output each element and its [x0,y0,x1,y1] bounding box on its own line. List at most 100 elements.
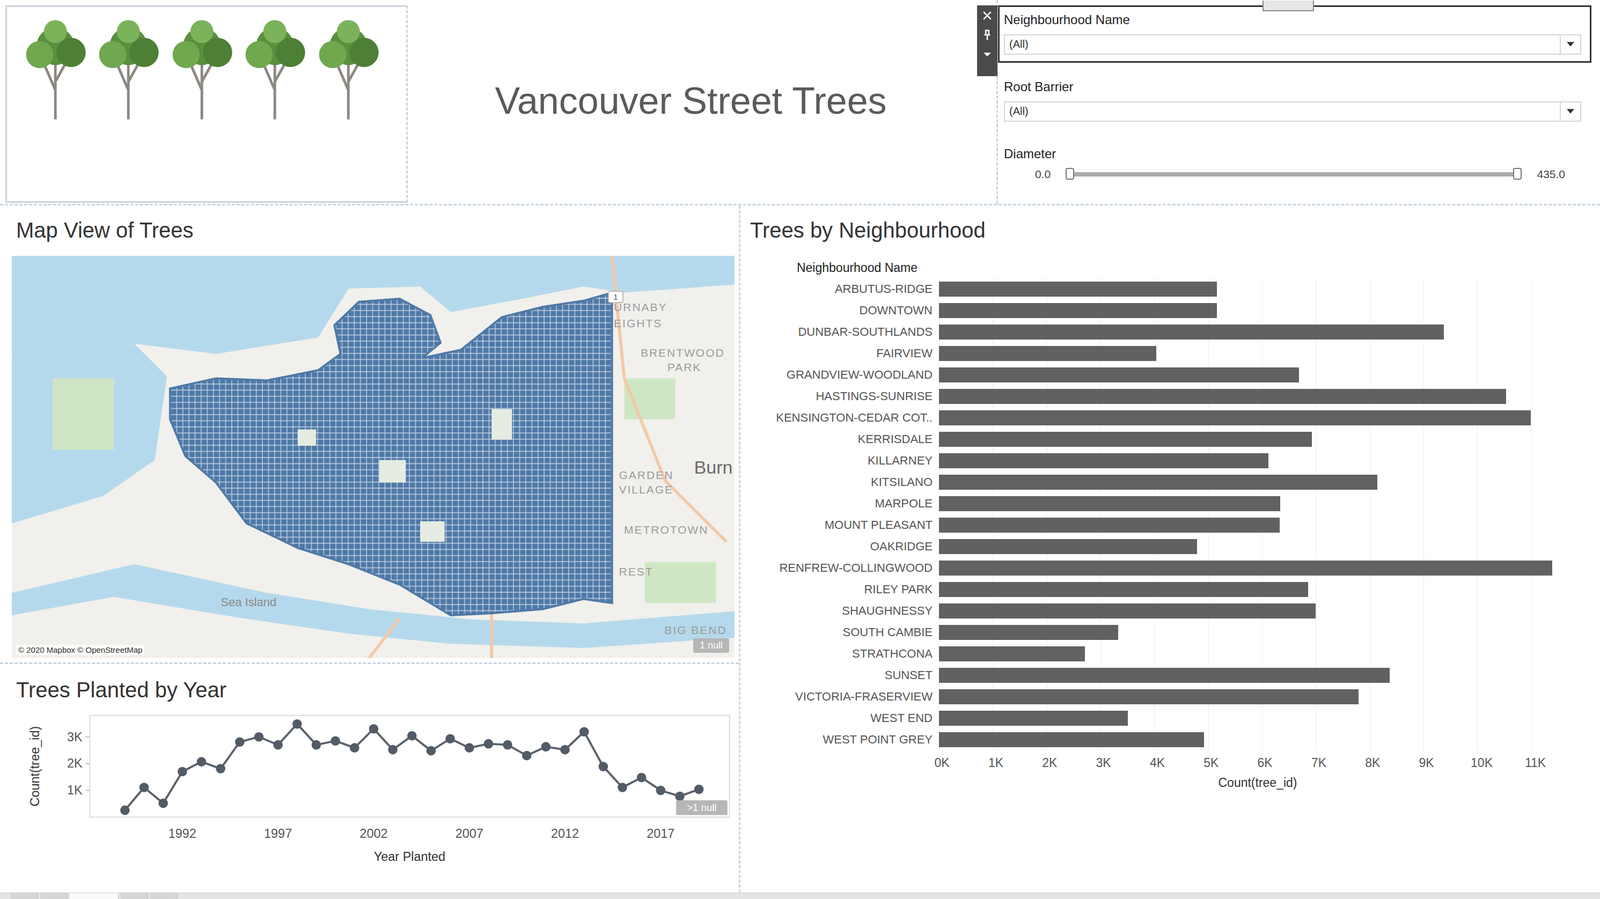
bar[interactable] [938,303,1217,319]
data-point[interactable] [158,798,168,809]
bar-track [938,342,1585,365]
data-point[interactable] [235,737,245,747]
dropdown-value: (All) [1004,103,1560,120]
bar-chart: Neighbourhood NameARBUTUS-RIDGEDOWNTOWND… [750,257,1588,794]
null-badge[interactable] [676,800,728,816]
data-point[interactable] [254,732,264,743]
pin-icon[interactable] [981,28,994,41]
tree-map[interactable]: URNABYEIGHTSBRENTWOODPARKBurnGARDENVILLA… [11,255,735,659]
sheet-tab[interactable] [69,893,119,899]
sheet-tab-strip [0,892,1600,899]
data-point[interactable] [330,736,341,746]
bar[interactable] [938,732,1205,748]
bar-track [938,428,1585,451]
close-icon[interactable] [981,9,994,22]
drag-handle[interactable] [1262,0,1315,12]
axis-spacer [750,772,939,794]
dropdown-button[interactable] [1559,102,1581,121]
bar[interactable] [938,410,1531,426]
data-point[interactable] [177,767,188,777]
map-attribution[interactable]: © 2020 Mapbox © OpenStreetMap [16,644,145,656]
data-point[interactable] [541,742,552,752]
dropdown-button[interactable] [1559,35,1581,54]
tree-points[interactable] [170,292,613,616]
data-point[interactable] [560,745,570,755]
dashboard: Vancouver Street TreesNeighbourhood Name… [0,0,1600,899]
sheet-tab[interactable] [10,893,39,899]
bar[interactable] [938,367,1299,383]
data-point[interactable] [636,773,647,783]
data-point[interactable] [292,719,303,730]
svg-text:2007: 2007 [455,826,484,841]
bar[interactable] [938,431,1312,447]
slider-handle[interactable] [1065,167,1075,180]
data-point[interactable] [273,740,283,751]
data-point[interactable] [522,751,532,761]
bar[interactable] [938,603,1316,619]
bar[interactable] [938,710,1128,726]
row-header: Neighbourhood Name [750,260,939,276]
series-line [125,724,700,811]
filter-card: Neighbourhood Name(All) [997,5,1592,63]
bar[interactable] [938,668,1390,684]
bar[interactable] [938,281,1217,297]
data-point[interactable] [674,791,685,802]
menu-arrow-icon[interactable] [981,48,994,61]
sheet-tab[interactable] [40,893,68,899]
data-point[interactable] [502,740,513,751]
map-label: PARK [667,361,702,373]
sheet-tab[interactable] [150,893,178,899]
bar[interactable] [938,324,1444,340]
bar[interactable] [938,389,1507,405]
data-point[interactable] [579,727,590,737]
bar[interactable] [938,646,1085,662]
bar[interactable] [938,453,1269,469]
y-tick: 2K [67,756,90,771]
bar[interactable] [938,560,1553,576]
bar[interactable] [938,582,1309,598]
bar[interactable] [938,625,1119,641]
data-point[interactable] [426,746,437,757]
null-badge-text: >1 null [686,802,717,814]
bar[interactable] [938,474,1378,490]
data-point[interactable] [215,764,226,774]
sheet-tab[interactable] [120,893,149,899]
filter-dropdown[interactable]: (All) [1003,34,1582,55]
data-point[interactable] [656,786,666,796]
map-label: BIG BEND [664,624,727,636]
data-point[interactable] [311,740,322,751]
map-section: Map View of TreesURNABYEIGHTSBRENTWOODPA… [0,205,739,665]
svg-text:2012: 2012 [551,826,579,841]
dropdown-value: (All) [1004,35,1560,53]
data-point[interactable] [387,745,398,755]
slider-track[interactable] [1069,172,1518,177]
bar-track [938,450,1585,472]
bar-label: SHAUGHNESSY [750,604,939,619]
null-badge[interactable]: 1 null [693,638,730,653]
bar[interactable] [938,539,1198,555]
slider-handle[interactable] [1513,167,1522,180]
data-point[interactable] [369,724,379,735]
bar[interactable] [938,496,1281,512]
filter-dropdown[interactable]: (All) [1003,101,1582,122]
data-point[interactable] [196,757,207,767]
bar[interactable] [938,517,1280,533]
data-point[interactable] [139,782,150,793]
data-point[interactable] [598,761,609,772]
data-point[interactable] [407,731,417,741]
bar-label: GRANDVIEW-WOODLAND [750,368,939,383]
data-point[interactable] [120,805,130,816]
data-point[interactable] [464,743,475,753]
bar[interactable] [938,689,1359,705]
data-point[interactable] [694,784,704,795]
bar-label: FAIRVIEW [750,346,939,361]
bar[interactable] [938,346,1157,362]
data-point[interactable] [617,782,628,793]
bar-track [938,664,1585,687]
data-point[interactable] [483,739,494,750]
header-spacer [938,257,1588,279]
data-point[interactable] [445,734,455,744]
data-point[interactable] [349,743,360,753]
x-tick: 2002 [359,826,388,841]
x-tick: 2017 [646,826,675,841]
